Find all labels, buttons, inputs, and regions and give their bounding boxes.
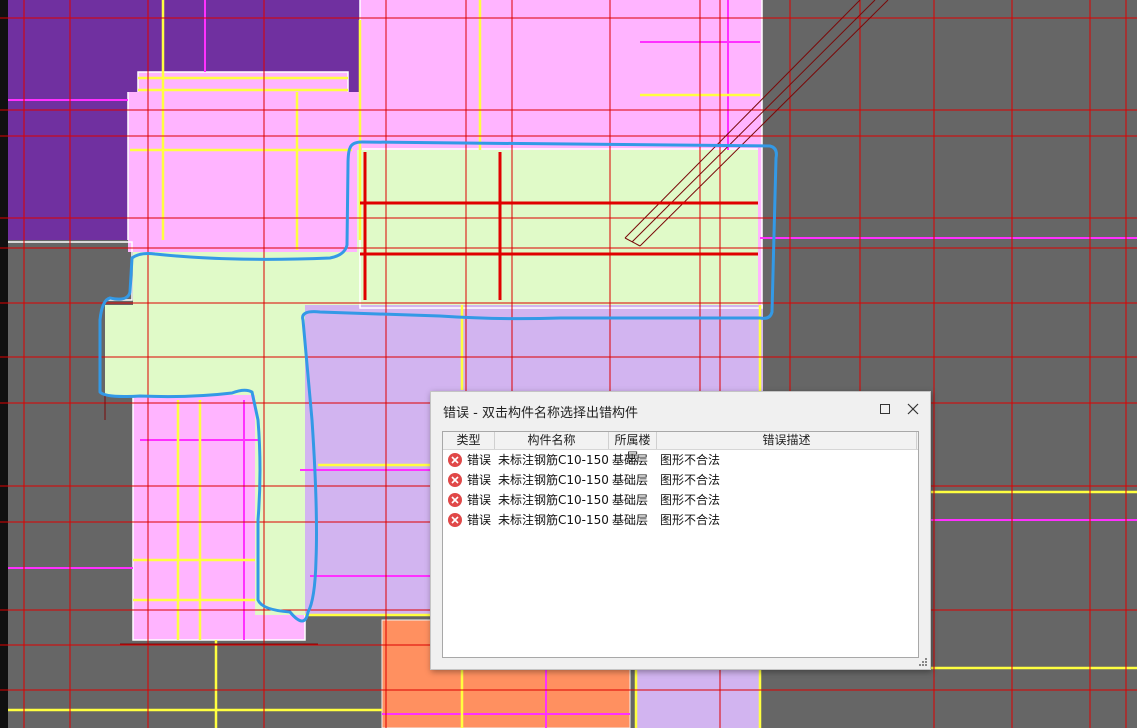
- floor-name: 基础层: [612, 473, 649, 487]
- error-type: 错误: [467, 473, 492, 487]
- floor-name: 基础层: [612, 493, 649, 507]
- error-list: 类型 构件名称 所属楼层 错误描述 错误 未标注钢筋C10-150 基础层 图形…: [442, 431, 919, 658]
- error-type: 错误: [467, 453, 492, 467]
- error-circle-icon: [448, 513, 462, 527]
- dialog-title: 错误 - 双击构件名称选择出错构件: [443, 406, 638, 421]
- floor-name: 基础层: [612, 453, 649, 467]
- error-circle-icon: [448, 453, 462, 467]
- error-type: 错误: [467, 513, 492, 527]
- error-dialog: 错误 - 双击构件名称选择出错构件 类型 构件名称 所属楼层 错误描述 错误 未…: [430, 391, 931, 670]
- column-header-floor[interactable]: 所属楼层: [609, 432, 657, 464]
- component-name[interactable]: 未标注钢筋C10-150: [498, 470, 609, 490]
- close-button[interactable]: [902, 398, 924, 420]
- floor-name: 基础层: [612, 513, 649, 527]
- error-row[interactable]: 错误 未标注钢筋C10-150 基础层 图形不合法: [443, 470, 918, 490]
- column-header-description[interactable]: 错误描述: [657, 432, 917, 449]
- error-description: 图形不合法: [660, 473, 721, 487]
- error-description: 图形不合法: [660, 453, 721, 467]
- column-header-name[interactable]: 构件名称: [495, 432, 609, 449]
- close-icon: [907, 403, 919, 415]
- component-name[interactable]: 未标注钢筋C10-150: [498, 450, 609, 470]
- error-list-header: 类型 构件名称 所属楼层 错误描述: [443, 432, 918, 464]
- component-name[interactable]: 未标注钢筋C10-150: [498, 490, 609, 510]
- error-description: 图形不合法: [660, 493, 721, 507]
- maximize-icon: [879, 403, 890, 414]
- error-row[interactable]: 错误 未标注钢筋C10-150 基础层 图形不合法: [443, 510, 918, 530]
- component-name[interactable]: 未标注钢筋C10-150: [498, 510, 609, 530]
- error-circle-icon: [448, 473, 462, 487]
- column-header-type[interactable]: 类型: [443, 432, 495, 449]
- error-row[interactable]: 错误 未标注钢筋C10-150 基础层 图形不合法: [443, 490, 918, 510]
- resize-grip-icon[interactable]: [919, 658, 928, 667]
- maximize-button[interactable]: [874, 398, 896, 420]
- error-description: 图形不合法: [660, 513, 721, 527]
- error-row[interactable]: 错误 未标注钢筋C10-150 基础层 图形不合法: [443, 450, 918, 470]
- error-circle-icon: [448, 493, 462, 507]
- error-type: 错误: [467, 493, 492, 507]
